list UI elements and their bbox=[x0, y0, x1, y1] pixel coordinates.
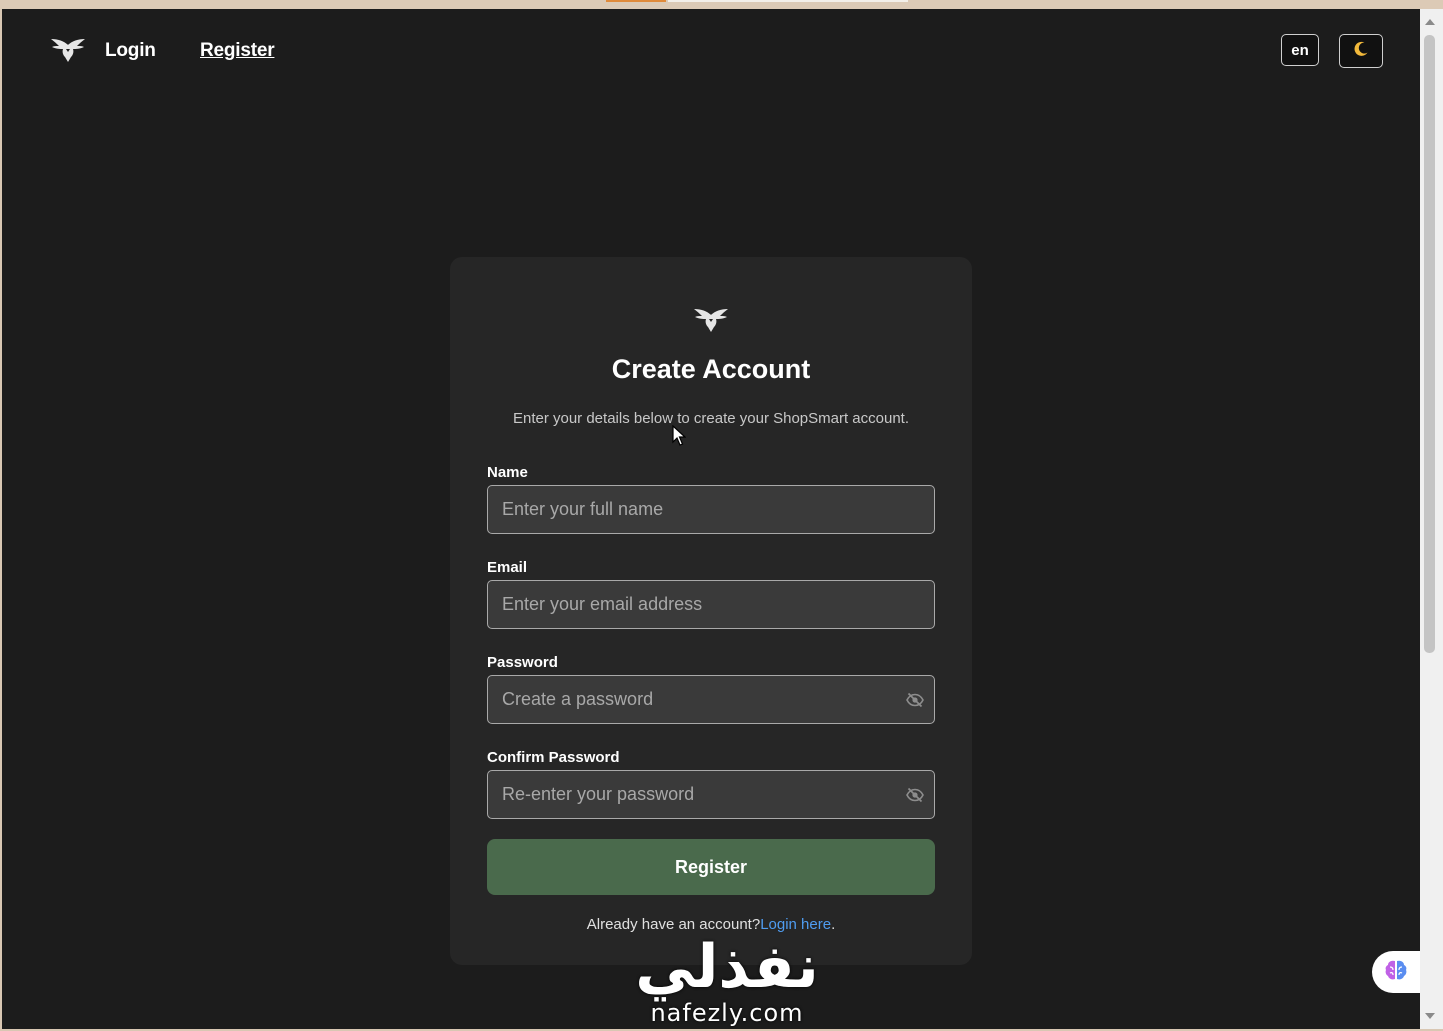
watermark-latin: nafezly.com bbox=[650, 999, 804, 1027]
name-label: Name bbox=[487, 464, 528, 481]
confirm-password-field-box[interactable] bbox=[487, 770, 935, 819]
eagle-logo-icon[interactable] bbox=[50, 37, 86, 63]
password-field-box[interactable] bbox=[487, 675, 935, 724]
password-label: Password bbox=[487, 654, 558, 671]
mouse-cursor-icon bbox=[672, 424, 687, 447]
language-label: en bbox=[1291, 41, 1309, 59]
language-switch-button[interactable]: en bbox=[1281, 34, 1319, 66]
vertical-scrollbar[interactable] bbox=[1420, 9, 1443, 1029]
nav-register-link[interactable]: Register bbox=[200, 40, 275, 62]
name-input[interactable] bbox=[488, 486, 934, 533]
scroll-down-icon[interactable] bbox=[1425, 1013, 1435, 1019]
page-viewport: Login Register en Create Account Enter y… bbox=[2, 9, 1420, 1029]
eagle-logo-icon bbox=[693, 307, 729, 333]
name-field-box[interactable] bbox=[487, 485, 935, 534]
scrollbar-thumb[interactable] bbox=[1424, 35, 1435, 653]
top-navbar: Login Register en bbox=[2, 9, 1420, 95]
page-subtitle: Enter your details below to create your … bbox=[512, 410, 910, 427]
eye-slash-icon[interactable] bbox=[906, 692, 924, 708]
browser-top-strip bbox=[0, 0, 1443, 9]
page-title: Create Account bbox=[611, 354, 811, 384]
password-input[interactable] bbox=[488, 676, 934, 723]
login-prompt-suffix: . bbox=[831, 916, 836, 933]
nav-login-link[interactable]: Login bbox=[105, 40, 156, 62]
watermark-arabic: نفذلي bbox=[635, 932, 819, 1002]
floating-assistant-button[interactable] bbox=[1372, 951, 1420, 993]
confirm-password-input[interactable] bbox=[488, 771, 934, 818]
tab-accent bbox=[606, 0, 666, 2]
login-prompt-text: Already have an account? bbox=[586, 916, 761, 933]
eye-slash-icon[interactable] bbox=[906, 787, 924, 803]
email-input[interactable] bbox=[488, 581, 934, 628]
brain-icon bbox=[1384, 959, 1408, 986]
tab-highlight bbox=[668, 0, 908, 2]
login-here-link[interactable]: Login here bbox=[760, 916, 831, 933]
login-prompt: Already have an account?Login here. bbox=[450, 916, 972, 933]
email-field-box[interactable] bbox=[487, 580, 935, 629]
register-submit-button[interactable]: Register bbox=[487, 839, 935, 895]
theme-toggle-button[interactable] bbox=[1339, 34, 1383, 68]
watermark: نفذلي nafezly.com bbox=[622, 934, 832, 1029]
scroll-up-icon[interactable] bbox=[1425, 19, 1435, 25]
confirm-password-label: Confirm Password bbox=[487, 749, 620, 766]
moon-icon bbox=[1352, 40, 1370, 63]
register-card: Create Account Enter your details below … bbox=[450, 257, 972, 965]
email-label: Email bbox=[487, 559, 528, 576]
